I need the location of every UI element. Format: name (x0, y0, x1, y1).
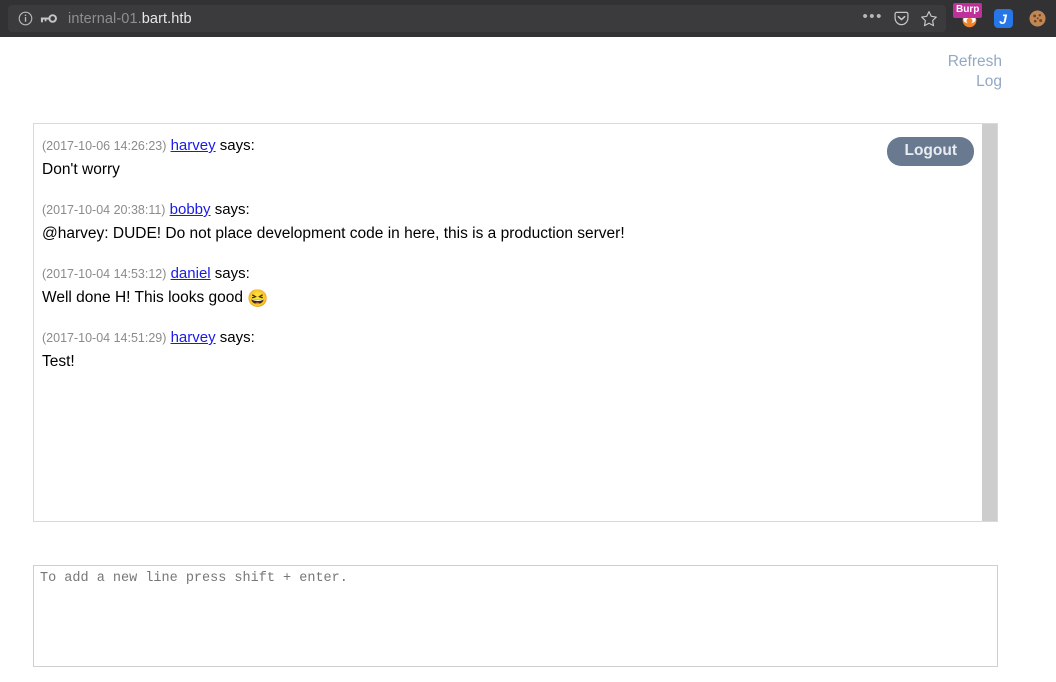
info-circle-icon[interactable] (18, 11, 33, 26)
jdownloader-icon[interactable]: J (992, 8, 1014, 30)
url-text[interactable]: internal-01.bart.htb (68, 11, 192, 27)
message-says-label: says: (219, 137, 255, 154)
message-body: Test! (42, 351, 984, 373)
message-text: Test! (42, 353, 75, 370)
url-host: bart.htb (141, 10, 192, 27)
message-says-label: says: (214, 201, 250, 218)
message-header: (2017-10-04 14:51:29) harvey says: (42, 328, 984, 348)
jdownloader-letter: J (993, 9, 1013, 28)
message-timestamp: (2017-10-04 14:51:29) (42, 331, 167, 345)
address-bar[interactable]: internal-01.bart.htb ••• (8, 5, 946, 32)
logout-button[interactable]: Logout (887, 137, 974, 166)
chat-panel: (2017-10-06 14:26:23) harvey says: Don't… (33, 123, 998, 522)
browser-toolbar: internal-01.bart.htb ••• Burp J (0, 0, 1056, 37)
list-item: (2017-10-06 14:26:23) harvey says: Don't… (42, 136, 984, 181)
message-text: @harvey: DUDE! Do not place development … (42, 225, 625, 242)
message-text: Well done H! This looks good (42, 289, 244, 306)
message-timestamp: (2017-10-04 20:38:11) (42, 203, 166, 217)
burp-badge: Burp (953, 2, 983, 18)
message-header: (2017-10-06 14:26:23) harvey says: (42, 136, 984, 156)
log-link[interactable]: Log (0, 72, 1002, 92)
message-input[interactable] (33, 565, 998, 667)
page-actions-menu-icon[interactable]: ••• (862, 9, 883, 28)
key-icon[interactable] (40, 12, 57, 25)
top-links: Refresh Log (0, 52, 1002, 92)
message-author-link[interactable]: bobby (170, 201, 211, 218)
message-timestamp: (2017-10-04 14:53:12) (42, 267, 167, 281)
list-item: (2017-10-04 14:53:12) daniel says: Well … (42, 264, 984, 309)
burp-suite-icon[interactable]: Burp (953, 2, 983, 30)
message-header: (2017-10-04 20:38:11) bobby says: (42, 200, 984, 220)
list-item: (2017-10-04 14:51:29) harvey says: Test! (42, 328, 984, 373)
refresh-link[interactable]: Refresh (0, 52, 1002, 72)
url-subdomain: internal-01. (68, 10, 142, 27)
message-timestamp: (2017-10-06 14:26:23) (42, 139, 167, 153)
message-header: (2017-10-04 14:53:12) daniel says: (42, 264, 984, 284)
page-content: Refresh Log (2017-10-06 14:26:23) harvey… (0, 37, 1056, 682)
extension-icons: Burp J (952, 2, 1048, 30)
message-author-link[interactable]: daniel (171, 265, 211, 282)
message-author-link[interactable]: harvey (171, 137, 216, 154)
message-body: Well done H! This looks good 😆 (42, 287, 984, 309)
chat-message-list: (2017-10-06 14:26:23) harvey says: Don't… (34, 124, 984, 521)
message-says-label: says: (219, 329, 255, 346)
star-icon[interactable] (920, 10, 938, 28)
list-item: (2017-10-04 20:38:11) bobby says: @harve… (42, 200, 984, 245)
chat-scrollbar[interactable] (982, 124, 997, 521)
message-author-link[interactable]: harvey (171, 329, 216, 346)
message-body: @harvey: DUDE! Do not place development … (42, 223, 984, 245)
cookie-icon[interactable] (1026, 8, 1048, 30)
smiling-face-emoji: 😆 (247, 288, 269, 308)
message-text: Don't worry (42, 161, 120, 178)
message-body: Don't worry (42, 159, 984, 181)
message-says-label: says: (214, 265, 250, 282)
pocket-icon[interactable] (893, 10, 910, 27)
